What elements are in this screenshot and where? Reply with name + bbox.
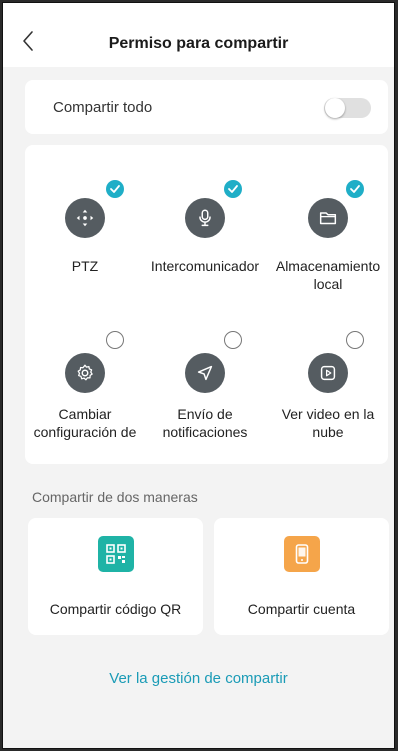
phone-icon [284, 536, 320, 572]
page-title: Permiso para compartir [108, 35, 289, 52]
share-all-label: Compartir todo [53, 99, 153, 116]
permission-local-storage[interactable]: Almacenamiento local [268, 145, 388, 295]
notifications-checkbox-icon [224, 331, 242, 349]
permission-label: Intercomunicador [150, 258, 260, 274]
cloud-video-checkbox-icon [346, 331, 364, 349]
phone-screen: Permiso para compartir Compartir todo PT… [2, 2, 395, 749]
share-account-label: Compartir cuenta [247, 601, 356, 617]
permission-notifications[interactable]: Envío de notificaciones [145, 295, 265, 464]
permission-label: Envío de notificaciones [162, 406, 248, 440]
gear-icon [65, 353, 105, 393]
share-all-row: Compartir todo [25, 80, 388, 134]
permission-label: Almacenamiento local [275, 258, 381, 292]
permission-label: Ver video en la nube [281, 406, 375, 440]
settings-checkbox-icon [106, 331, 124, 349]
toggle-knob [325, 98, 345, 118]
share-all-toggle[interactable] [324, 98, 371, 118]
share-account-option[interactable]: Compartir cuenta [214, 518, 389, 635]
storage-check-icon [346, 180, 364, 198]
play-icon [308, 353, 348, 393]
permissions-card: PTZ Intercomunicador Almacenamiento loca… [25, 145, 388, 464]
qr-code-icon [98, 536, 134, 572]
ptz-check-icon [106, 180, 124, 198]
permission-ptz[interactable]: PTZ [25, 145, 145, 295]
share-qr-label: Compartir código QR [49, 601, 182, 617]
ptz-icon [65, 198, 105, 238]
send-icon [185, 353, 225, 393]
manage-sharing-link[interactable]: Ver la gestión de compartir [3, 670, 394, 687]
permission-label: Cambiar configuración de [33, 406, 137, 440]
share-methods-title: Compartir de dos maneras [32, 489, 198, 505]
header: Permiso para compartir [3, 3, 394, 67]
share-qr-option[interactable]: Compartir código QR [28, 518, 203, 635]
folder-icon [308, 198, 348, 238]
permission-intercom[interactable]: Intercomunicador [145, 145, 265, 295]
intercom-check-icon [224, 180, 242, 198]
permission-change-settings[interactable]: Cambiar configuración de [25, 295, 145, 464]
permission-cloud-video[interactable]: Ver video en la nube [268, 295, 388, 464]
microphone-icon [185, 198, 225, 238]
permission-label: PTZ [71, 258, 99, 274]
